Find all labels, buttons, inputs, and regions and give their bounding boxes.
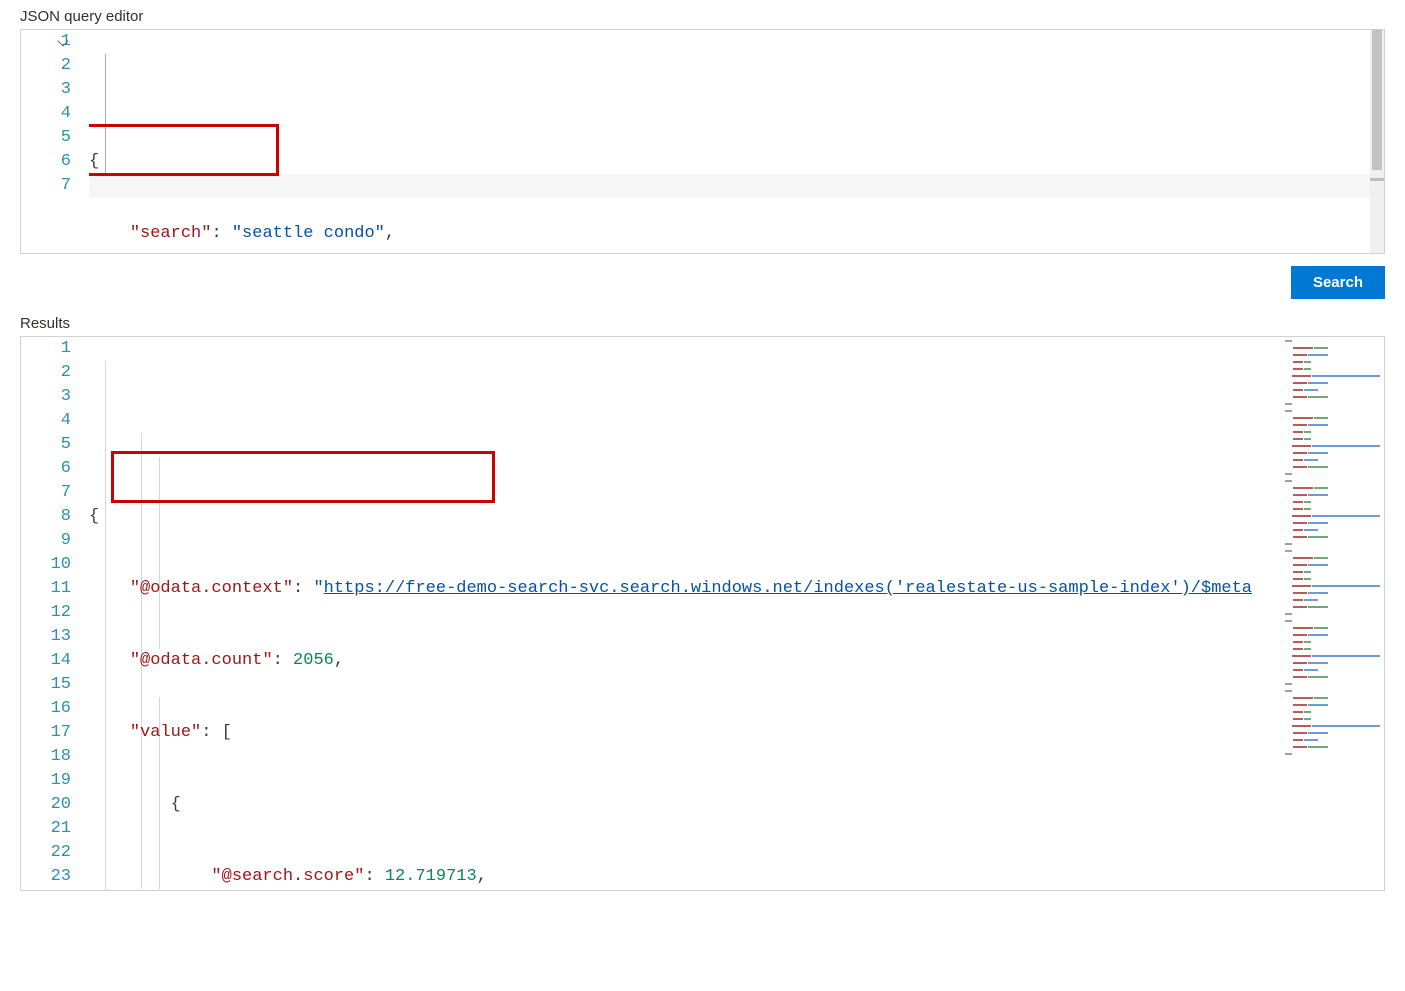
query-gutter: 1 2 3 4 5 6 7 — [21, 30, 89, 253]
results-gutter: 1 2 3 4 5 6 7 8 9 10 11 12 13 14 15 16 1… — [21, 337, 89, 890]
fold-icon[interactable] — [57, 35, 71, 49]
json-query-editor[interactable]: 1 2 3 4 5 6 7 { "search": "seattle condo… — [20, 29, 1385, 254]
results-code[interactable]: { "@odata.context": "https://free-demo-s… — [89, 337, 1274, 890]
results-label: Results — [0, 307, 1405, 336]
query-editor-label: JSON query editor — [0, 0, 1405, 29]
results-viewer[interactable]: 1 2 3 4 5 6 7 8 9 10 11 12 13 14 15 16 1… — [20, 336, 1385, 891]
highlight-first-result — [111, 451, 495, 503]
query-scrollbar[interactable] — [1370, 30, 1384, 253]
results-minimap[interactable] — [1274, 337, 1384, 890]
query-code[interactable]: { "search": "seattle condo", "count": tr… — [89, 30, 1384, 253]
search-button[interactable]: Search — [1291, 266, 1385, 299]
